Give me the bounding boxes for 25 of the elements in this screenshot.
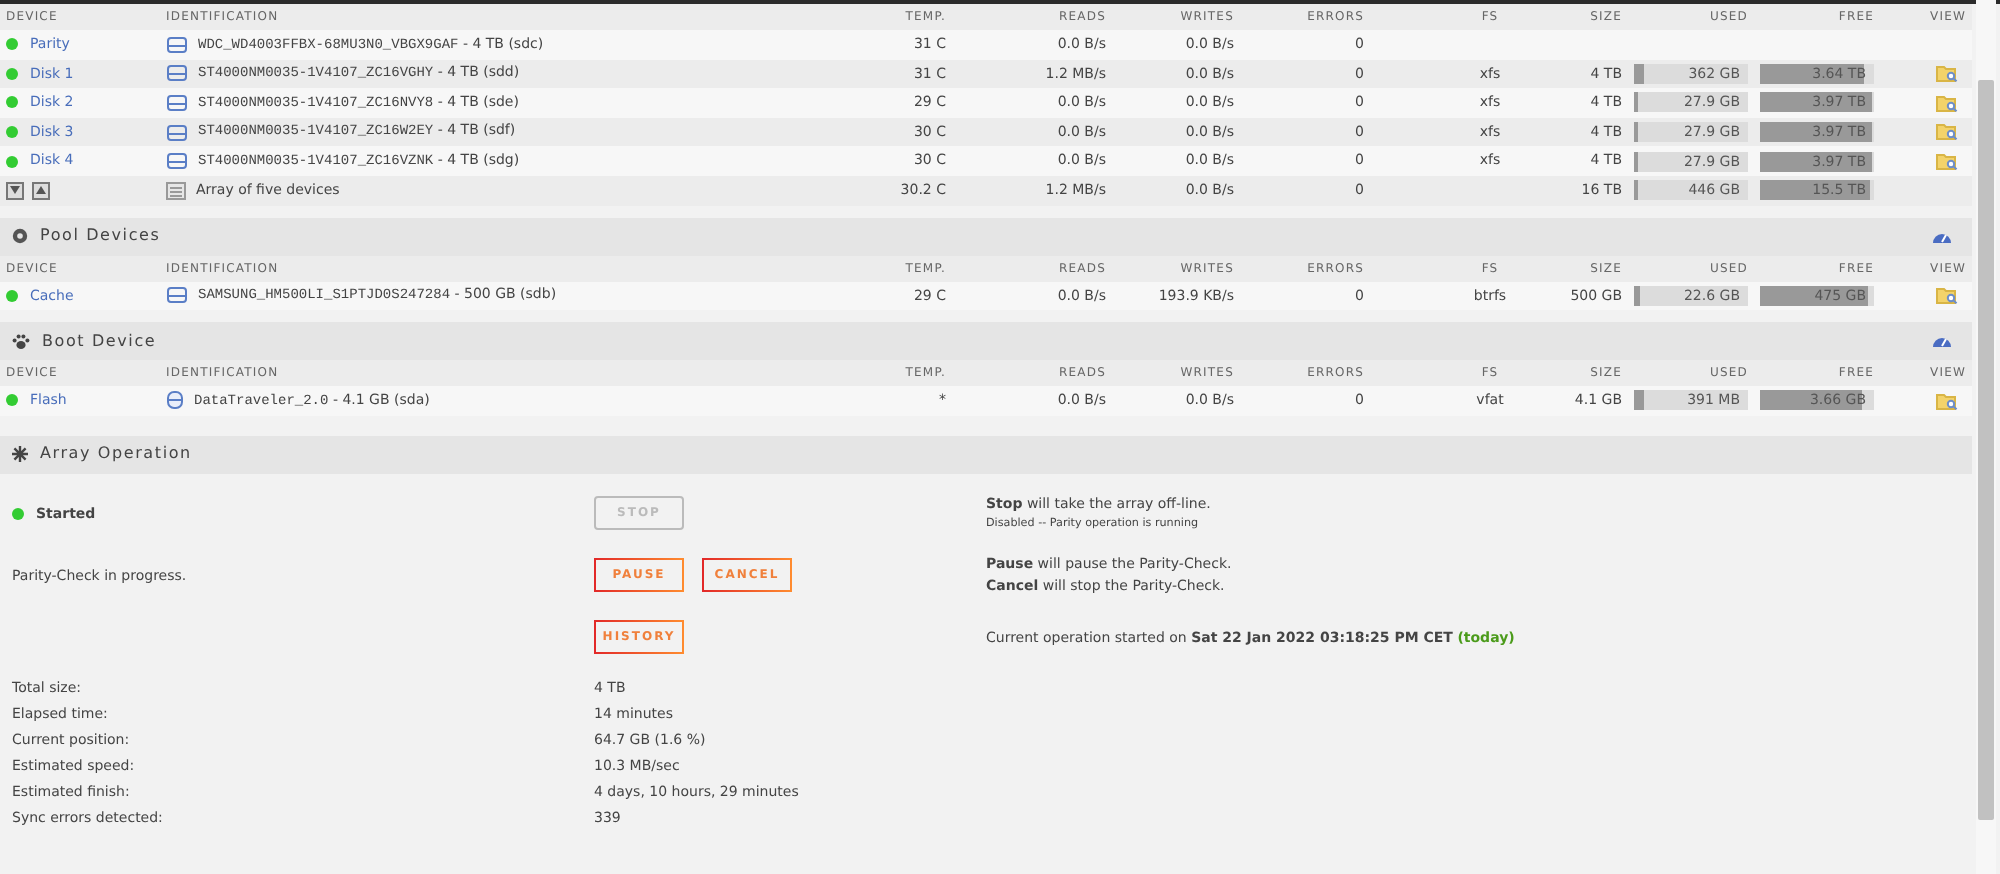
gauge-icon[interactable] [1932,229,1952,244]
hard-drive-icon [166,93,188,112]
scrollbar-thumb[interactable] [1978,80,1994,820]
usb-drive-icon [166,390,184,411]
paw-icon [12,333,30,350]
expand-button[interactable] [32,181,50,200]
folder-search-icon[interactable] [1936,286,1958,305]
gear-icon [12,446,28,463]
hard-drive-icon [166,35,188,54]
list-icon [166,181,186,200]
folder-search-icon[interactable] [1936,152,1958,170]
gauge-icon[interactable] [1932,334,1952,349]
collapse-button[interactable] [6,181,24,200]
folder-search-icon[interactable] [1936,64,1958,83]
hard-drive-icon [166,123,188,142]
hard-drive-icon [166,64,188,83]
folder-search-icon[interactable] [1936,122,1958,141]
section-title: Array Operation [40,442,192,467]
hard-drive-icon [166,286,188,305]
section-title: Boot Device [42,329,157,354]
pool-icon [12,228,28,245]
hard-drive-icon [166,152,188,171]
folder-search-icon[interactable] [1936,391,1958,410]
folder-search-icon[interactable] [1936,93,1958,112]
section-title: Pool Devices [40,224,161,249]
